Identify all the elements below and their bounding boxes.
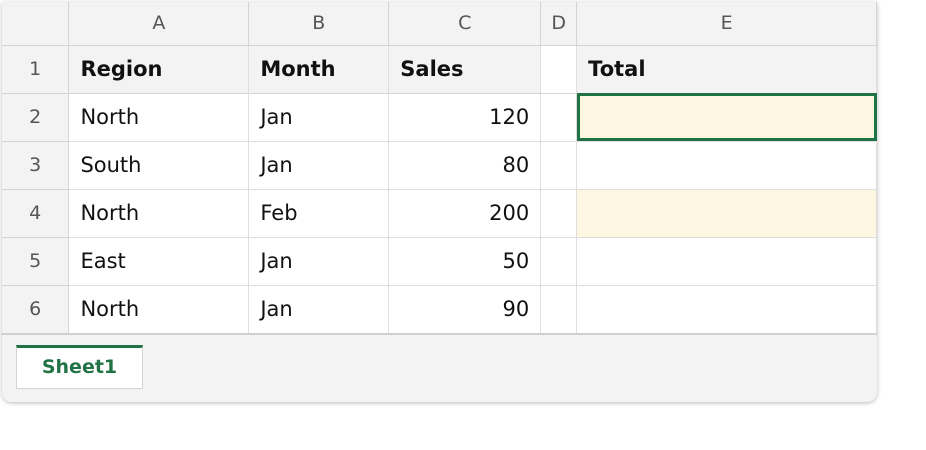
cell-c1[interactable]: Sales [388,45,542,94]
cell-grid: A B C D E 1 Region Month Sales Total 2 N… [2,2,877,334]
cell-e2-selected[interactable] [576,93,877,142]
cell-c3[interactable]: 80 [388,141,542,190]
cell-e1[interactable]: Total [576,45,877,94]
column-header-c[interactable]: C [388,2,542,46]
table-row: 4 North Feb 200 [2,189,877,238]
table-row: 6 North Jan 90 [2,285,877,334]
cell-e4[interactable] [576,189,877,238]
cell-b2[interactable]: Jan [248,93,390,142]
column-header-d[interactable]: D [540,2,578,46]
cell-d6[interactable] [540,285,578,334]
cell-c5[interactable]: 50 [388,237,542,286]
table-row: 5 East Jan 50 [2,237,877,286]
cell-a4[interactable]: North [68,189,250,238]
cell-e6[interactable] [576,285,877,334]
cell-c2[interactable]: 120 [388,93,542,142]
table-row: 1 Region Month Sales Total [2,45,877,94]
cell-d1[interactable] [540,45,578,94]
cell-b3[interactable]: Jan [248,141,390,190]
cell-a1[interactable]: Region [68,45,250,94]
spreadsheet-window: A B C D E 1 Region Month Sales Total 2 N… [2,2,877,402]
column-header-a[interactable]: A [68,2,250,46]
column-header-b[interactable]: B [248,2,390,46]
cell-c4[interactable]: 200 [388,189,542,238]
cell-a3[interactable]: South [68,141,250,190]
cell-c6[interactable]: 90 [388,285,542,334]
row-header-4[interactable]: 4 [2,189,70,238]
cell-b6[interactable]: Jan [248,285,390,334]
cell-e5[interactable] [576,237,877,286]
table-row: 3 South Jan 80 [2,141,877,190]
sheet-tab-bar: Sheet1 [2,333,877,402]
sheet-tab-sheet1[interactable]: Sheet1 [16,345,143,389]
row-header-5[interactable]: 5 [2,237,70,286]
cell-b1[interactable]: Month [248,45,390,94]
cell-b4[interactable]: Feb [248,189,390,238]
cell-b5[interactable]: Jan [248,237,390,286]
row-header-2[interactable]: 2 [2,93,70,142]
cell-d4[interactable] [540,189,578,238]
select-all-corner[interactable] [2,2,70,46]
cell-e3[interactable] [576,141,877,190]
row-header-3[interactable]: 3 [2,141,70,190]
cell-a6[interactable]: North [68,285,250,334]
row-header-6[interactable]: 6 [2,285,70,334]
cell-d3[interactable] [540,141,578,190]
column-header-row: A B C D E [2,2,877,46]
cell-a5[interactable]: East [68,237,250,286]
cell-d2[interactable] [540,93,578,142]
row-header-1[interactable]: 1 [2,45,70,94]
table-row: 2 North Jan 120 [2,93,877,142]
cell-a2[interactable]: North [68,93,250,142]
column-header-e[interactable]: E [576,2,877,46]
cell-d5[interactable] [540,237,578,286]
